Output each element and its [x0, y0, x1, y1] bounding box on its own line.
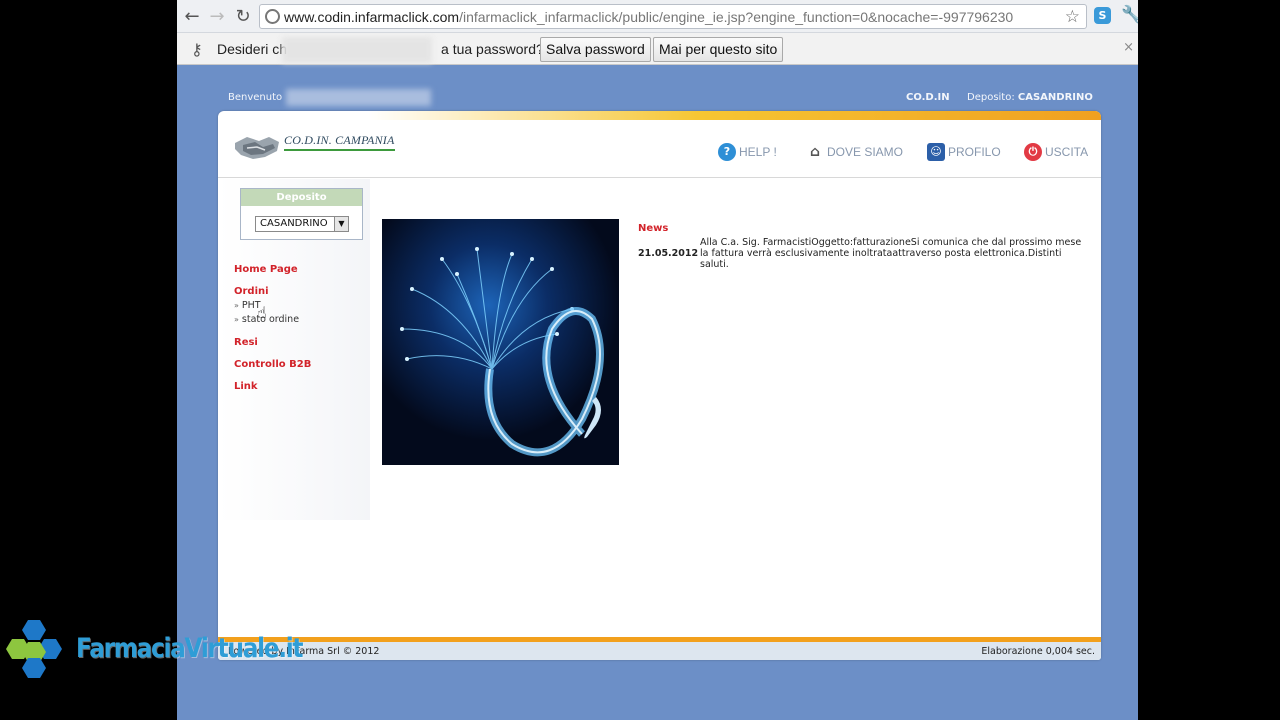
menu-controllo-b2b[interactable]: Controllo B2B: [234, 359, 311, 370]
close-infobar-icon[interactable]: ×: [1123, 40, 1134, 55]
menu-link[interactable]: Link: [234, 381, 258, 392]
company-name: CO.D.IN: [906, 92, 950, 103]
welcome-row: Benvenuto CO.D.IN Deposito: CASANDRINO: [228, 89, 1094, 106]
deposito-value: CASANDRINO: [1017, 92, 1093, 103]
profilo-label: PROFILO: [948, 145, 1001, 159]
deposito-label: Deposito:: [967, 92, 1015, 103]
deposito-info: Deposito: CASANDRINO: [967, 92, 1093, 103]
extension-icon[interactable]: S: [1094, 7, 1111, 24]
menu-stato-ordine-label: stato ordine: [241, 314, 300, 325]
uscita-link[interactable]: ⏻ USCITA: [1024, 143, 1088, 161]
double-chevron-icon: »: [234, 301, 239, 310]
page-header: CO.D.IN. CAMPANIA ? HELP ! ⌂ DOVE SIAMO ☺ P…: [218, 111, 1101, 178]
reload-icon[interactable]: ↻: [232, 6, 254, 28]
uscita-label: USCITA: [1045, 145, 1089, 159]
dropdown-arrow-icon[interactable]: ▼: [334, 217, 348, 231]
welcome-label: Benvenuto: [228, 92, 283, 103]
hexagon-logo-icon: [6, 620, 62, 678]
forward-arrow-icon[interactable]: →: [206, 6, 228, 28]
fiber-optic-image: [382, 219, 619, 465]
redacted-username: [286, 89, 431, 106]
url-text[interactable]: www.codin.infarmaclick.com/infarmaclick_…: [284, 9, 1013, 25]
key-icon: ⚷: [191, 40, 203, 59]
news-title: News: [638, 223, 669, 234]
infobar-message-start: Desideri ch: [217, 41, 288, 57]
page-footer: Powered by InFarma Srl © 2012 Elaborazio…: [218, 637, 1101, 660]
logo-text: CO.D.IN. CAMPANIA: [284, 133, 395, 151]
power-off-icon: ⏻: [1024, 143, 1042, 161]
main-panel: CO.D.IN. CAMPANIA ? HELP ! ⌂ DOVE SIAMO ☺ P…: [218, 111, 1101, 660]
profilo-link[interactable]: ☺ PROFILO: [927, 143, 1001, 161]
footer-timing: Elaborazione 0,004 sec.: [981, 646, 1095, 657]
hand-cursor-icon: ☝: [257, 303, 267, 322]
help-icon: ?: [718, 143, 736, 161]
deposito-box-title: Deposito: [241, 189, 362, 206]
never-for-site-button[interactable]: Mai per questo sito: [653, 37, 784, 62]
browser-window: ← → ↻ www.codin.infarmaclick.com/infarma…: [177, 0, 1138, 720]
news-text: Alla C.a. Sig. FarmacistiOggetto:fattura…: [700, 237, 1082, 270]
handshake-logo-icon: [235, 137, 279, 159]
wrench-menu-icon[interactable]: 🔧: [1121, 5, 1138, 25]
deposito-select-value: CASANDRINO: [260, 218, 328, 229]
url-host: www.codin.infarmaclick.com: [284, 9, 460, 25]
profile-icon: ☺: [927, 143, 945, 161]
page-info-icon[interactable]: [265, 9, 280, 24]
news-date: 21.05.2012: [638, 248, 699, 259]
house-icon: ⌂: [809, 144, 821, 160]
menu-resi[interactable]: Resi: [234, 337, 258, 348]
sidebar: Deposito CASANDRINO ▼ Home Page Ordini »…: [218, 179, 370, 520]
browser-toolbar: ← → ↻ www.codin.infarmaclick.com/infarma…: [177, 0, 1138, 33]
infobar-message-end: a tua password?: [441, 41, 544, 57]
back-arrow-icon[interactable]: ←: [181, 6, 203, 28]
dove-siamo-link[interactable]: ⌂ DOVE SIAMO: [806, 143, 903, 161]
watermark: FarmaciaVirtuale.it: [0, 618, 304, 680]
address-bar[interactable]: www.codin.infarmaclick.com/infarmaclick_…: [259, 4, 1087, 29]
menu-home-page[interactable]: Home Page: [234, 264, 298, 275]
dove-siamo-label: DOVE SIAMO: [827, 145, 904, 159]
deposito-box: Deposito CASANDRINO ▼: [240, 188, 363, 240]
help-label: HELP !: [739, 145, 777, 159]
help-link[interactable]: ? HELP !: [718, 143, 777, 161]
deposito-select[interactable]: CASANDRINO ▼: [255, 216, 349, 232]
url-path: /infarmaclick_infarmaclick/public/engine…: [459, 9, 1014, 25]
double-chevron-icon: »: [234, 315, 239, 324]
menu-ordini[interactable]: Ordini: [234, 286, 269, 297]
redacted-blur: [282, 37, 432, 63]
save-password-infobar: ⚷ Desideri ch a tua password? Salva passw…: [177, 33, 1138, 65]
watermark-text: FarmaciaVirtuale.it: [76, 633, 304, 664]
save-password-button[interactable]: Salva password: [540, 37, 651, 62]
bookmark-star-icon[interactable]: ☆: [1065, 7, 1080, 27]
